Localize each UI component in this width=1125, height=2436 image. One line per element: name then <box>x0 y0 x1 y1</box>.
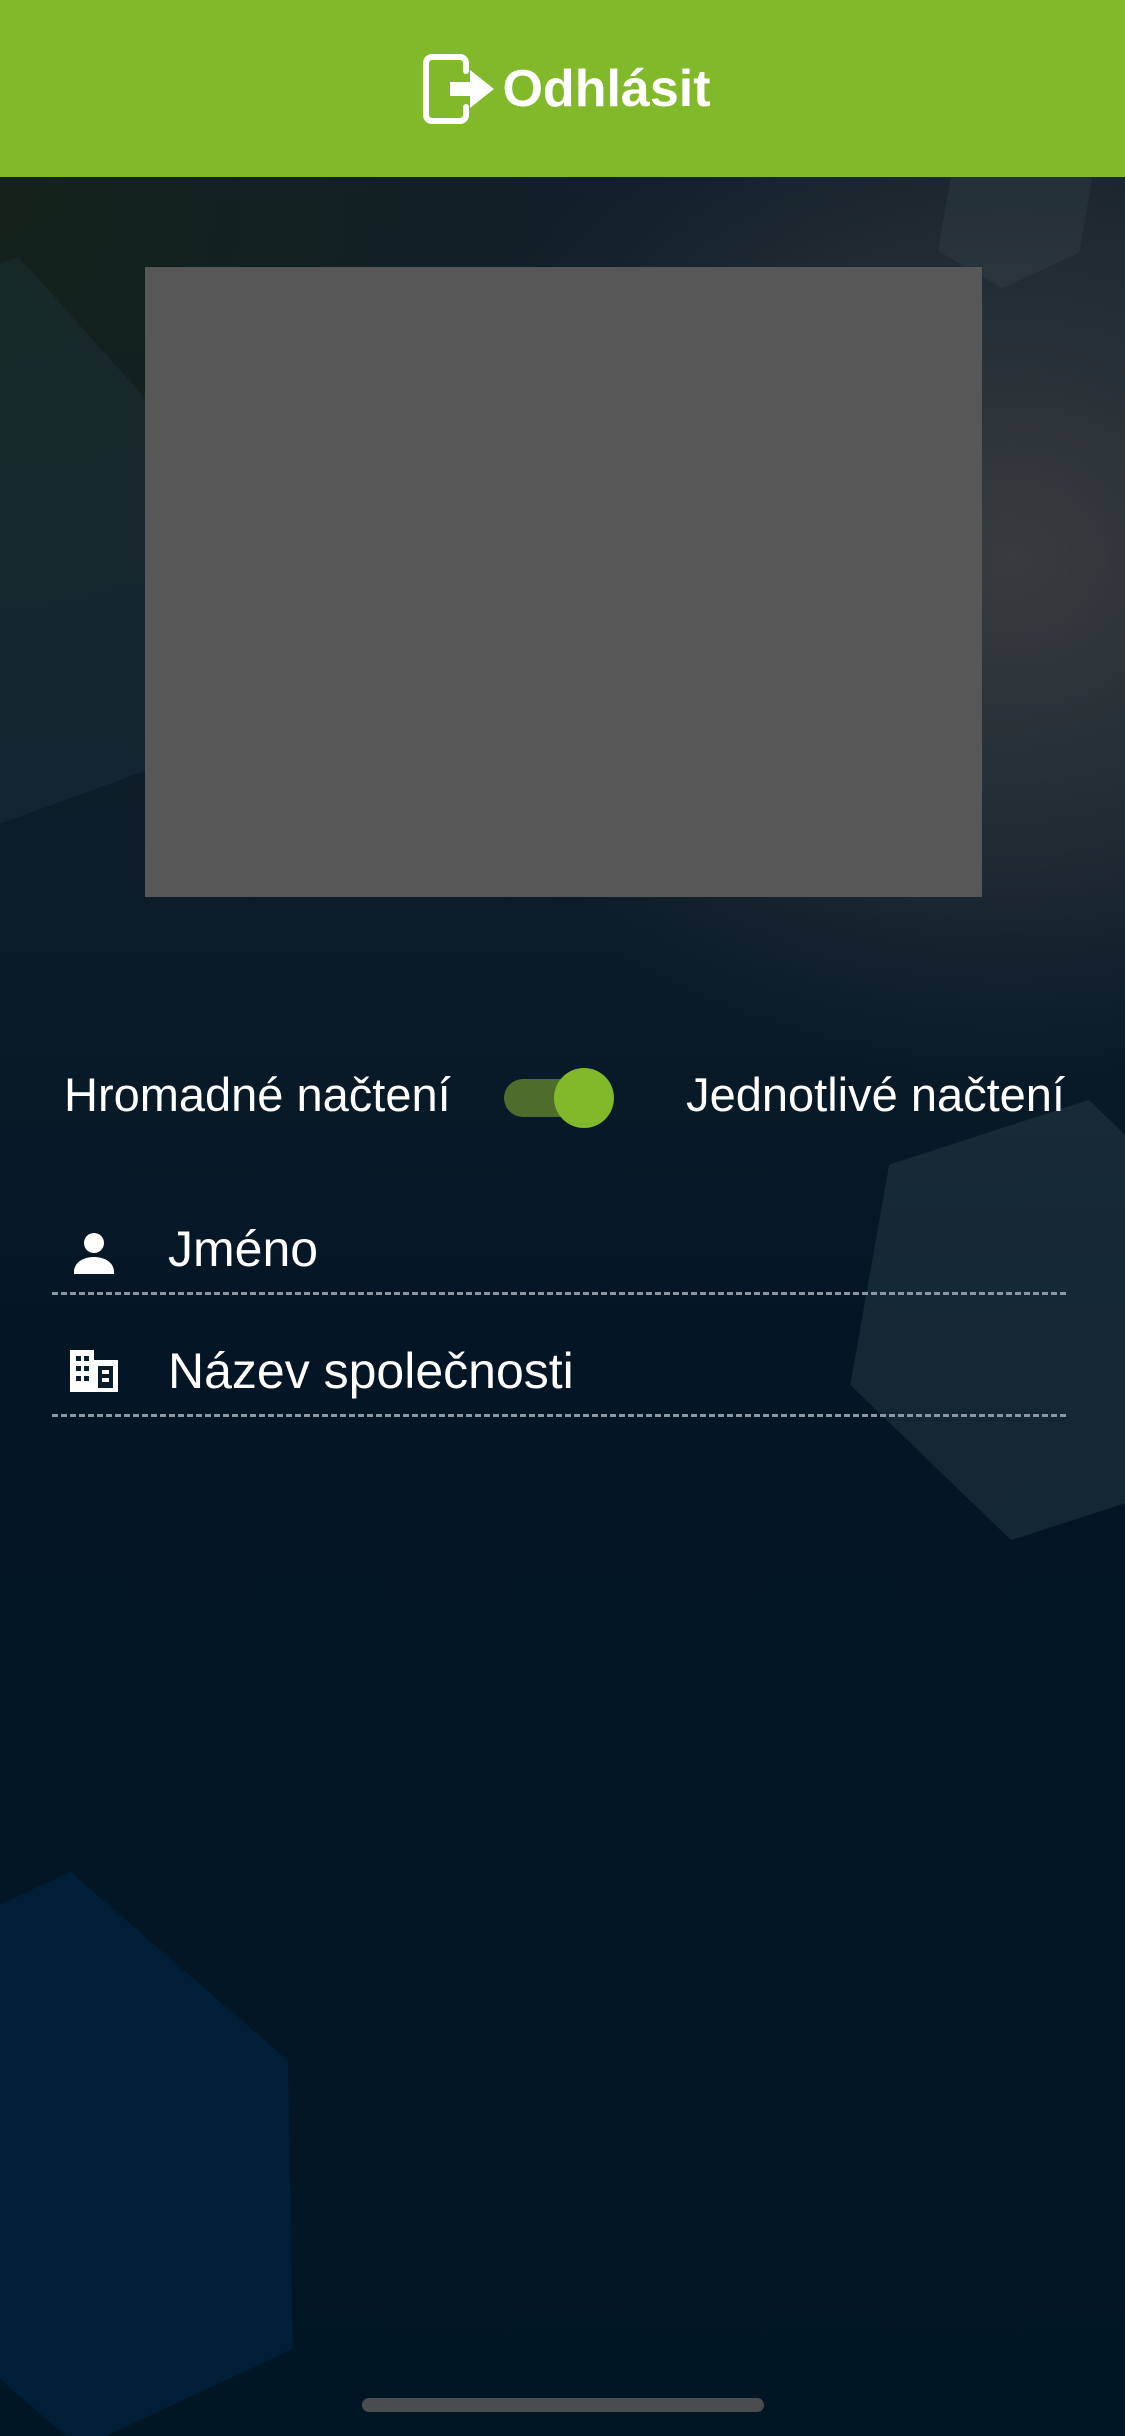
logout-label: Odhlásit <box>502 59 711 118</box>
single-scan-label: Jednotlivé načtení <box>686 1068 1065 1121</box>
scanner-preview <box>145 267 982 897</box>
top-bar: Odhlásit <box>0 0 1125 177</box>
company-input[interactable] <box>168 1336 1048 1406</box>
name-field <box>52 1200 1066 1295</box>
company-field <box>52 1322 1066 1417</box>
scan-mode-row: Hromadné načtení Jednotlivé načtení <box>0 1055 1125 1135</box>
bulk-scan-label: Hromadné načtení <box>64 1068 451 1121</box>
home-indicator[interactable] <box>362 2398 764 2412</box>
logout-icon <box>420 51 498 127</box>
screen: Odhlásit Hromadné načtení Jednotlivé nač… <box>0 0 1125 2436</box>
logout-button[interactable]: Odhlásit <box>420 51 711 127</box>
person-icon <box>68 1228 120 1280</box>
toggle-thumb <box>554 1068 614 1128</box>
background-hexagon <box>0 1807 406 2436</box>
scan-mode-toggle[interactable] <box>502 1068 616 1128</box>
building-icon <box>68 1344 120 1396</box>
name-input[interactable] <box>168 1214 1048 1284</box>
